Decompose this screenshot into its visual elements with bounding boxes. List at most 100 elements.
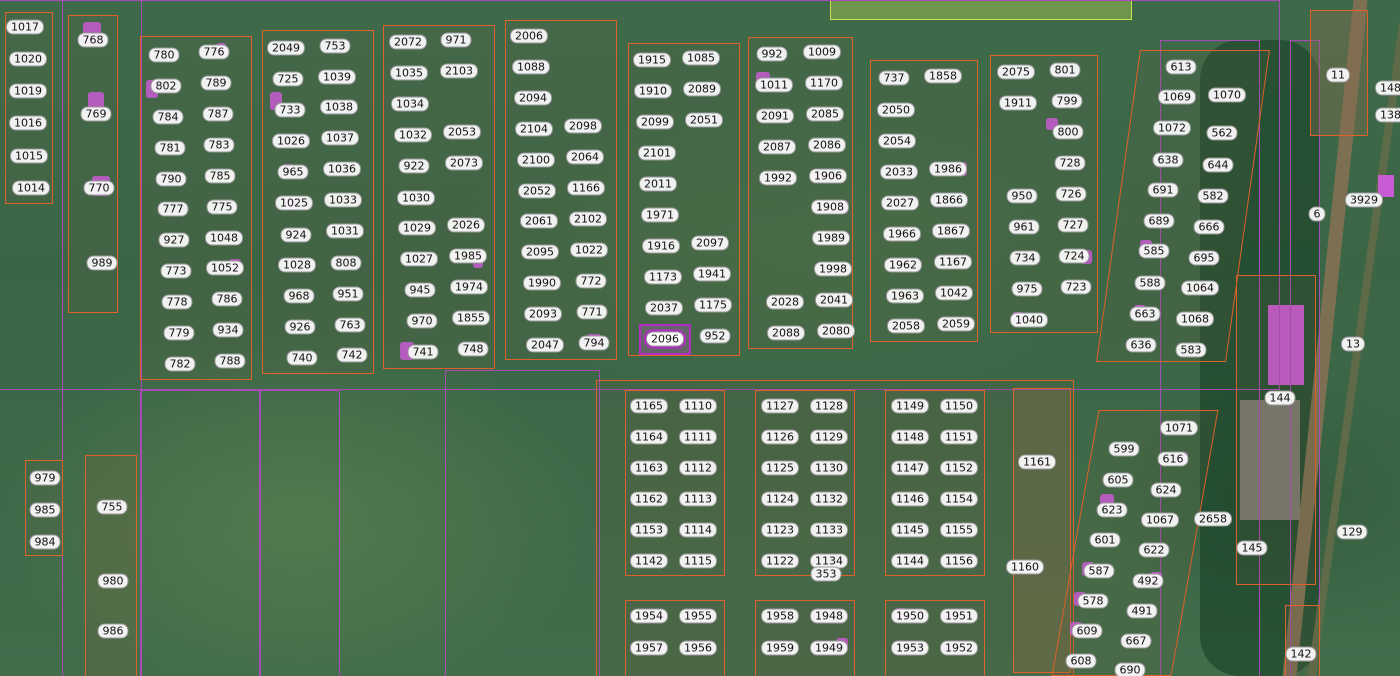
parcel-label[interactable]: 1160 [1006,559,1044,575]
parcel-label[interactable]: 2104 [515,121,553,137]
parcel-label[interactable]: 1971 [641,207,679,223]
parcel-label[interactable]: 608 [1065,653,1097,669]
parcel-label[interactable]: 1858 [924,68,962,84]
parcel-label[interactable]: 992 [756,46,788,62]
parcel-label[interactable]: 605 [1102,472,1134,488]
parcel-label[interactable]: 968 [283,288,315,304]
parcel-label[interactable]: 1953 [891,640,929,656]
parcel-label[interactable]: 763 [334,317,366,333]
parcel-label[interactable]: 777 [157,201,189,217]
parcel-label[interactable]: 2103 [440,63,478,79]
parcel-label[interactable]: 663 [1129,306,1161,322]
parcel-label[interactable]: 1071 [1160,420,1198,436]
parcel-label[interactable]: 778 [161,294,193,310]
parcel-label[interactable]: 13 [1341,336,1365,352]
parcel-label[interactable]: 1155 [940,522,978,538]
parcel-label[interactable]: 353 [810,566,842,582]
parcel-label[interactable]: 1028 [278,257,316,273]
parcel-label[interactable]: 945 [404,282,436,298]
parcel-label[interactable]: 986 [97,623,129,639]
parcel-label[interactable]: 922 [398,158,430,174]
parcel-label[interactable]: 1126 [761,429,799,445]
parcel-label[interactable]: 1022 [570,242,608,258]
parcel-label[interactable]: 2059 [937,316,975,332]
parcel-label[interactable]: 2072 [389,34,427,50]
parcel-label[interactable]: 741 [407,344,439,360]
parcel-label[interactable]: 1052 [206,260,244,276]
parcel-label[interactable]: 1019 [9,83,47,99]
parcel-label[interactable]: 1124 [761,491,799,507]
parcel-label[interactable]: 613 [1165,59,1197,75]
parcel-label[interactable]: 1128 [810,398,848,414]
parcel-label[interactable]: 1123 [761,522,799,538]
parcel-label[interactable]: 1014 [12,180,50,196]
parcel-label[interactable]: 723 [1060,279,1092,295]
parcel-label[interactable]: 779 [163,325,195,341]
parcel-label[interactable]: 965 [277,164,309,180]
parcel-label[interactable]: 1038 [320,99,358,115]
parcel-label[interactable]: 784 [152,109,184,125]
parcel-label[interactable]: 1910 [634,83,672,99]
parcel-label[interactable]: 623 [1096,502,1128,518]
parcel-label[interactable]: 1948 [810,608,848,624]
parcel-label[interactable]: 788 [214,353,246,369]
parcel-label[interactable]: 2085 [806,106,844,122]
parcel-label[interactable]: 1866 [930,192,968,208]
parcel-label[interactable]: 1156 [940,553,978,569]
parcel-label[interactable]: 1974 [450,279,488,295]
parcel-label[interactable]: 2094 [514,90,552,106]
parcel-label[interactable]: 1152 [940,460,978,476]
parcel-label[interactable]: 690 [1114,662,1146,676]
parcel-label[interactable]: 1025 [275,195,313,211]
parcel-label[interactable]: 733 [274,102,306,118]
parcel-label[interactable]: 1039 [318,69,356,85]
parcel-label[interactable]: 1017 [6,19,44,35]
parcel-label[interactable]: 636 [1125,337,1157,353]
parcel-label[interactable]: 638 [1152,152,1184,168]
parcel-label[interactable]: 773 [160,263,192,279]
parcel-label[interactable]: 1067 [1141,512,1179,528]
parcel-label[interactable]: 1125 [761,460,799,476]
parcel-label[interactable]: 951 [332,286,364,302]
parcel-label[interactable]: 980 [97,573,129,589]
parcel-label[interactable]: 1162 [630,491,668,507]
parcel-label[interactable]: 1036 [323,161,361,177]
parcel-label[interactable]: 1111 [679,429,717,445]
parcel-label[interactable]: 1064 [1181,280,1219,296]
parcel-label[interactable]: 950 [1006,188,1038,204]
parcel-label[interactable]: 772 [575,273,607,289]
parcel-label[interactable]: 737 [878,70,910,86]
parcel-label[interactable]: 2028 [766,294,804,310]
parcel-label[interactable]: 1163 [630,460,668,476]
parcel-label[interactable]: 782 [164,356,196,372]
parcel-label[interactable]: 1068 [1176,311,1214,327]
parcel-label[interactable]: 583 [1175,342,1207,358]
parcel-label[interactable]: 769 [80,106,112,122]
parcel-label[interactable]: 2088 [767,325,805,341]
parcel-label[interactable]: 2064 [566,149,604,165]
parcel-label[interactable]: 1129 [810,429,848,445]
parcel-label[interactable]: 1950 [891,608,929,624]
parcel-label[interactable]: 145 [1236,540,1268,556]
parcel-label[interactable]: 1958 [761,608,799,624]
parcel-label[interactable]: 691 [1147,182,1179,198]
parcel-label[interactable]: 924 [280,227,312,243]
parcel-label[interactable]: 129 [1336,524,1368,540]
parcel-label[interactable]: 144 [1264,390,1296,406]
parcel-label[interactable]: 808 [330,255,362,271]
parcel-label[interactable]: 2051 [685,112,723,128]
parcel-label[interactable]: 2011 [639,176,677,192]
parcel-label[interactable]: 1990 [523,275,561,291]
parcel-label[interactable]: 1011 [755,77,793,93]
parcel-label[interactable]: 970 [406,313,438,329]
parcel-label[interactable]: 2086 [808,137,846,153]
parcel-label[interactable]: 1867 [932,223,970,239]
parcel-label[interactable]: 11 [1326,67,1350,83]
parcel-label[interactable]: 1962 [884,257,922,273]
parcel-label[interactable]: 1127 [761,398,799,414]
parcel-label[interactable]: 1954 [630,608,668,624]
parcel-label[interactable]: 1114 [679,522,717,538]
parcel-label[interactable]: 1015 [10,148,48,164]
parcel-label[interactable]: 1026 [272,133,310,149]
parcel-label[interactable]: 1959 [761,640,799,656]
